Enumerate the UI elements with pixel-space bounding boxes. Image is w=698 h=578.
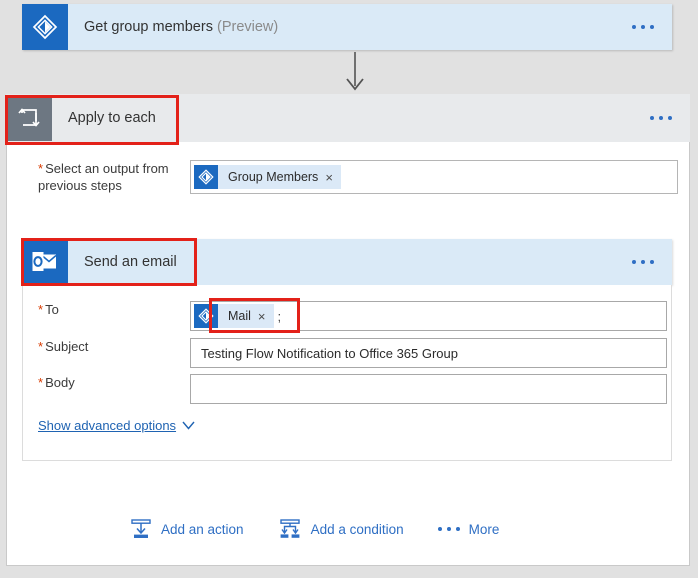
apply-to-each-loop-icon: [6, 95, 52, 141]
send-an-email-more-options-icon[interactable]: [632, 260, 654, 264]
show-advanced-options-link[interactable]: Show advanced options: [38, 418, 195, 433]
to-row: *To Mail × ;: [38, 301, 678, 331]
select-output-row: *Select an output from previous steps Gr…: [38, 160, 678, 194]
apply-to-each-more-options-icon[interactable]: [650, 116, 672, 120]
add-condition-icon: [278, 518, 302, 540]
select-output-label-text: Select an output from previous steps: [38, 161, 169, 193]
body-label-text: Body: [45, 375, 75, 390]
to-separator: ;: [278, 309, 282, 324]
token-remove-icon[interactable]: ×: [325, 171, 341, 184]
add-action-icon: [130, 518, 152, 540]
token-remove-icon[interactable]: ×: [258, 310, 274, 323]
required-marker: *: [38, 161, 43, 176]
subject-label: *Subject: [38, 338, 190, 355]
preview-badge: (Preview): [217, 19, 278, 35]
azure-ad-icon: [194, 304, 218, 328]
apply-to-each-title: Apply to each: [52, 110, 156, 126]
azure-ad-icon: [22, 4, 68, 50]
body-label: *Body: [38, 374, 190, 391]
token-label: Mail: [218, 309, 258, 323]
top-card-more-options-icon[interactable]: [632, 25, 654, 29]
get-group-members-title: Get group members: [84, 19, 213, 35]
card-header: Send an email: [22, 239, 672, 285]
to-label-text: To: [45, 302, 59, 317]
action-bar: Add an action Add a condition More: [130, 518, 499, 540]
token-label: Group Members: [218, 170, 325, 184]
to-input[interactable]: Mail × ;: [190, 301, 667, 331]
add-an-action-label: Add an action: [161, 522, 244, 537]
mail-token[interactable]: Mail ×: [194, 304, 274, 328]
send-an-email-card[interactable]: Send an email: [22, 239, 672, 285]
get-group-members-card[interactable]: Get group members (Preview): [22, 4, 672, 50]
required-marker: *: [38, 302, 43, 317]
more-button[interactable]: More: [438, 522, 500, 537]
card-header: Get group members (Preview): [22, 4, 672, 50]
add-a-condition-label: Add a condition: [311, 522, 404, 537]
required-marker: *: [38, 375, 43, 390]
subject-label-text: Subject: [45, 339, 88, 354]
card-header: Apply to each: [6, 94, 690, 142]
send-an-email-title: Send an email: [68, 254, 177, 270]
body-input[interactable]: [190, 374, 667, 404]
down-arrow-icon: [340, 52, 370, 94]
ellipsis-icon: [438, 527, 460, 531]
subject-row: *Subject Testing Flow Notification to Of…: [38, 338, 678, 368]
add-an-action-button[interactable]: Add an action: [130, 518, 244, 540]
add-a-condition-button[interactable]: Add a condition: [278, 518, 404, 540]
required-marker: *: [38, 339, 43, 354]
select-output-label: *Select an output from previous steps: [38, 160, 190, 194]
body-row: *Body: [38, 374, 678, 404]
chevron-down-icon: [182, 421, 195, 430]
card-title-wrapper: Get group members (Preview): [68, 19, 278, 35]
azure-ad-icon: [194, 165, 218, 189]
show-advanced-options-label: Show advanced options: [38, 418, 176, 433]
apply-to-each-card[interactable]: Apply to each: [6, 94, 690, 142]
to-label: *To: [38, 301, 190, 318]
more-label: More: [469, 522, 500, 537]
outlook-icon: [22, 239, 68, 285]
subject-input[interactable]: Testing Flow Notification to Office 365 …: [190, 338, 667, 368]
connector-arrow: [340, 52, 370, 94]
group-members-token[interactable]: Group Members ×: [194, 165, 341, 189]
select-output-input[interactable]: Group Members ×: [190, 160, 678, 194]
